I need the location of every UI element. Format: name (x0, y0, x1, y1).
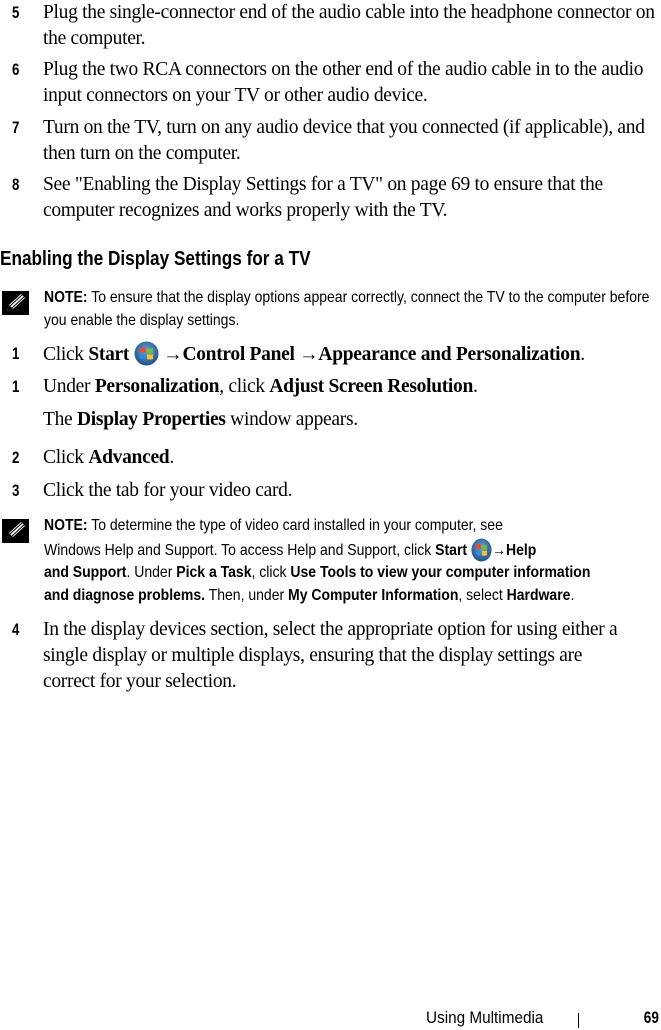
step-number: 1 (12, 377, 20, 396)
step-text: window appears. (225, 409, 358, 430)
step-text: Plug the two RCA connectors on the other… (43, 59, 644, 106)
step-text: Click (43, 447, 89, 468)
note-text: To ensure that the display options appea… (44, 289, 650, 329)
footer-divider (578, 1013, 579, 1028)
note-label: NOTE: (44, 289, 88, 306)
control-panel-label: Control Panel (182, 344, 295, 365)
note-text: Then, under (205, 586, 289, 604)
start-label: Start (435, 541, 468, 559)
step-number: 4 (12, 620, 20, 639)
note-text: . Under (126, 564, 177, 581)
advanced-label: Advanced (88, 447, 170, 468)
step-number: 8 (12, 175, 20, 194)
step-number: 3 (12, 481, 20, 500)
note-pencil-icon (2, 291, 29, 315)
hardware-label: Hardware (506, 586, 571, 604)
step-text: . (580, 344, 585, 365)
help-support-label: and Support (44, 564, 127, 581)
step-number: 5 (12, 3, 20, 22)
windows-start-icon (471, 537, 492, 562)
note-label: NOTE: (44, 517, 88, 534)
note-text: , click (251, 564, 291, 581)
note-text: To determine the type of video card inst… (87, 517, 503, 534)
display-properties-label: Display Properties (77, 409, 226, 430)
step-number: 1 (12, 344, 20, 363)
step-number: 2 (12, 448, 20, 467)
adjust-resolution-label: Adjust Screen Resolution (269, 376, 474, 397)
note-text: Windows Help and Support. To access Help… (44, 541, 436, 559)
step-text: Under (43, 376, 95, 397)
step-text: , click (219, 376, 270, 397)
start-label: Start (88, 344, 130, 365)
personalization-label: Personalization (94, 376, 220, 397)
appearance-label: Appearance and Personalization (318, 344, 581, 365)
note-pencil-icon (2, 519, 29, 543)
arrow-glyph: → (158, 344, 183, 365)
section-heading: Enabling the Display Settings for a TV (0, 248, 311, 270)
arrow-glyph: → (294, 344, 319, 365)
step-number: 6 (12, 60, 20, 79)
step-text: . (169, 447, 174, 468)
step-text: Click (43, 344, 89, 365)
use-tools-label: Use Tools to view your computer informat… (290, 564, 591, 581)
diagnose-label: and diagnose problems. (44, 586, 206, 604)
arrow-glyph: → (491, 541, 506, 559)
note-text: , select (458, 586, 507, 604)
step-text: Plug the single-connector end of the aud… (43, 2, 655, 49)
note-text: . (570, 586, 575, 604)
footer-section-title: Using Multimedia (425, 1008, 543, 1027)
page-footer: Using Multimedia 69 (0, 1008, 661, 1030)
step-number: 7 (12, 118, 20, 137)
step-text: Turn on the TV, turn on any audio device… (43, 117, 645, 164)
step-text: Click the tab for your video card. (43, 480, 293, 501)
help-label: Help (505, 541, 537, 559)
pick-task-label: Pick a Task (176, 564, 252, 581)
page-number: 69 (643, 1008, 659, 1027)
windows-start-icon (134, 341, 159, 366)
step-text: See "Enabling the Display Settings for a… (43, 174, 603, 221)
step-text: . (473, 376, 478, 397)
my-computer-info-label: My Computer Information (288, 586, 459, 604)
step-text: In the display devices section, select t… (43, 619, 618, 692)
step-text: The (43, 409, 77, 430)
